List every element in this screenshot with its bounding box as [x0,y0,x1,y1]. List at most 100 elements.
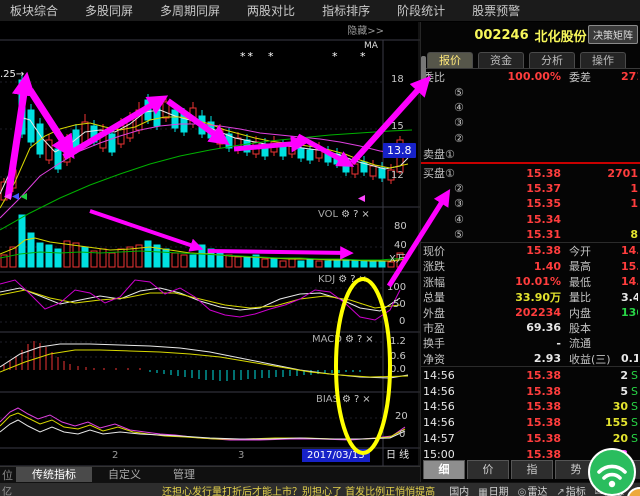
bid-level-label: ③ [423,197,469,210]
help-icon[interactable]: ? [357,334,362,345]
calendar-icon: ▦ [478,487,487,496]
ask-level-label: ③ [423,116,469,129]
kdj-panel-header: KDJ⚙?× [318,274,367,285]
info-value: 14.4 [621,275,638,288]
stock-code: 002246 [474,28,528,43]
bias-axis-20: 20 [395,411,408,422]
tick-volume: 30 [561,400,628,413]
bid-row-3: ③ 15.35 1 [421,196,640,211]
info-label: 最高 [561,258,621,274]
bid-row-4: ④ 15.34 [421,212,640,227]
date-button[interactable]: ▦日期 [478,483,508,496]
help-icon[interactable]: ? [350,274,355,285]
ask-row-5: ⑤ [421,84,640,99]
tick-side: S [628,416,638,429]
decision-matrix-button[interactable]: 决策矩阵 [588,25,638,44]
tab-quote[interactable]: 报价 [427,52,473,68]
indicator-button[interactable]: ↗指标 [556,483,585,496]
tick-side: S [628,400,638,413]
vol-panel-header: VOL⚙?× [318,209,370,220]
gear-icon[interactable]: ⚙ [338,274,347,285]
info-label: 涨幅 [423,274,469,290]
bias-panel-header: BIAS⚙?× [316,394,371,405]
tick-volume: 155 [561,416,628,429]
indicator-tab-bar: 位 传统指标 自定义 管理 [0,466,420,483]
tab-traditional-indicators[interactable]: 传统指标 [16,467,92,483]
tab-funds[interactable]: 资金 [478,52,524,68]
tick-price: 15.38 [469,416,561,429]
bid-volume: 1 [561,182,638,195]
bid-level-label: ④ [423,213,469,226]
kdj-axis-50: 50 [393,299,406,310]
menu-item-compare-stocks[interactable]: 两股对比 [247,2,295,19]
tab-price[interactable]: 价 [467,460,509,479]
tick-price: 15.38 [469,448,561,461]
macd-title: MACD [312,334,342,345]
info-label: 净资 [423,351,469,367]
help-icon[interactable]: ? [354,394,359,405]
tab-custom[interactable]: 自定义 [92,467,157,483]
xaxis-month-2: 2 [112,450,118,461]
tick-time: 14:56 [423,385,469,398]
gear-icon[interactable]: ⚙ [342,394,351,405]
xaxis-date-box: 2017/03/13 [302,449,370,462]
current-price-box: 13.8 [383,143,416,158]
menu-item-indicator-rank[interactable]: 指标排序 [322,2,370,19]
close-icon[interactable]: × [362,394,370,405]
close-icon[interactable]: × [361,209,369,220]
info-label: 今开 [561,243,621,259]
bid-ask-divider [421,162,640,164]
close-icon[interactable]: × [365,334,373,345]
partial-label: 位 [0,467,16,483]
menu-item-multi-period[interactable]: 多周期同屏 [160,2,220,19]
info-row-pe: 市盈 69.36 股本 [421,320,640,335]
info-label: 换手 [423,335,469,351]
tab-manage[interactable]: 管理 [157,467,211,483]
help-icon[interactable]: ? [353,209,358,220]
bid-volume: 2701 [561,167,638,180]
bid-price: 15.38 [469,167,561,180]
ask-row-3: ③ [421,115,640,130]
gear-icon[interactable]: ⚙ [341,209,350,220]
wifi-icon [585,445,639,496]
info-value: 0.16 [621,352,638,365]
domestic-label[interactable]: 国内 [449,483,469,496]
close-icon[interactable]: × [359,274,367,285]
menu-item-stock-alert[interactable]: 股票预警 [472,2,520,19]
radar-button[interactable]: ◎雷达 [518,483,548,496]
tab-operate[interactable]: 操作 [580,52,626,68]
bid-price: 15.37 [469,182,561,195]
radar-label: 雷达 [527,487,547,496]
tick-row: 14:56 15.38 155 S [421,415,640,431]
macd-axis-12: 1.2 [390,336,406,347]
menu-item-stage-stats[interactable]: 阶段统计 [397,2,445,19]
tick-row: 14:56 15.38 2 S [421,367,640,383]
vol-unit-label: X万 [389,254,406,265]
bid-row-2: ② 15.37 1 [421,181,640,196]
tick-time: 14:57 [423,432,469,445]
weibi-value: 100.00% [469,70,561,83]
menu-item-multi-stock[interactable]: 多股同屏 [85,2,133,19]
star-marker: * [360,51,368,62]
tab-tick-detail[interactable]: 细 [423,460,465,479]
wifi-share-badge[interactable] [585,445,639,496]
gear-icon[interactable]: ⚙ [345,334,354,345]
menu-item-board-composite[interactable]: 板块综合 [10,2,58,19]
info-value: 15.3 [621,260,638,273]
scrollbar-thumb[interactable] [421,56,426,82]
info-row-pct: 涨幅 10.01% 最低 14.4 [421,274,640,289]
info-label: 内盘 [561,305,621,321]
tick-time: 14:56 [423,400,469,413]
tab-analysis[interactable]: 分析 [529,52,575,68]
bid-volume: 8 [561,228,638,241]
period-label[interactable]: 日 线 [386,450,409,461]
weicha-value: 2713 [621,70,638,83]
tick-price: 15.38 [469,385,561,398]
hide-panel-link[interactable]: 隐藏>> [347,26,384,37]
indicator-label: 指标 [566,487,586,496]
news-ticker[interactable]: 还担心发行量打折后才能上市？别担心了 首发比例正悄悄提高 [162,483,435,496]
tick-side: S [628,369,638,382]
tick-time: 15:00 [423,448,469,461]
ask-row-4: ④ [421,100,640,115]
tab-indicator[interactable]: 指 [511,460,553,479]
